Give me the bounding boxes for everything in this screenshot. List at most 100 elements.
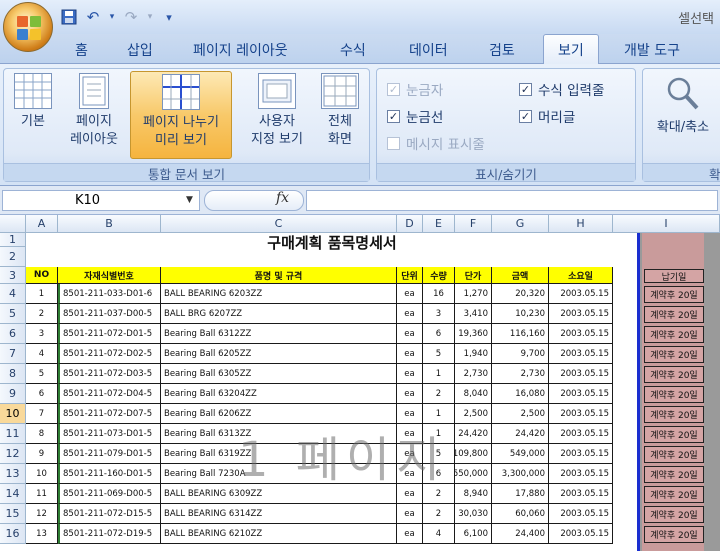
- page-break-line[interactable]: [637, 233, 640, 551]
- customize-qat-icon[interactable]: ▾: [160, 8, 178, 26]
- table-cell[interactable]: 9: [26, 444, 58, 464]
- table-cell[interactable]: 2003.05.15: [549, 344, 613, 364]
- column-header-b[interactable]: B: [58, 215, 161, 233]
- table-cell[interactable]: 24,420: [492, 424, 549, 444]
- page-break-preview-button[interactable]: 페이지 나누기 미리 보기: [130, 71, 232, 159]
- undo-icon[interactable]: ↶: [84, 8, 102, 26]
- table-cell[interactable]: 550,000: [455, 464, 492, 484]
- table-cell[interactable]: 6: [423, 464, 455, 484]
- table-cell[interactable]: ea: [397, 324, 423, 344]
- table-cell[interactable]: 8501-211-072-D02-5: [58, 344, 161, 364]
- due-date-cell[interactable]: 계약후 20일: [644, 326, 704, 343]
- table-cell[interactable]: 2003.05.15: [549, 324, 613, 344]
- table-header-cell[interactable]: 단가: [455, 267, 492, 284]
- due-date-cell[interactable]: 계약후 20일: [644, 286, 704, 303]
- table-cell[interactable]: 11: [26, 484, 58, 504]
- tab-insert[interactable]: 삽입: [127, 40, 153, 60]
- table-header-cell[interactable]: 금액: [492, 267, 549, 284]
- column-header-e[interactable]: E: [423, 215, 455, 233]
- row-header-5[interactable]: 5: [0, 304, 26, 324]
- row-header-15[interactable]: 15: [0, 504, 26, 524]
- table-cell[interactable]: 1: [26, 284, 58, 304]
- worksheet[interactable]: ABCDEFGHI 1 2 3 4 5 6 7 8 9 10 11 12 13 14 15 16 구매계획 품…: [0, 215, 720, 551]
- row-header-7[interactable]: 7: [0, 344, 26, 364]
- table-cell[interactable]: 2,500: [492, 404, 549, 424]
- table-cell[interactable]: Bearing Ball 6319ZZ: [161, 444, 397, 464]
- table-cell[interactable]: 1: [423, 364, 455, 384]
- select-all-corner[interactable]: [0, 215, 26, 233]
- table-cell[interactable]: 1: [423, 404, 455, 424]
- table-cell[interactable]: Bearing Ball 6305ZZ: [161, 364, 397, 384]
- table-cell[interactable]: 2003.05.15: [549, 304, 613, 324]
- insert-function-icon[interactable]: fx: [276, 190, 289, 206]
- table-cell[interactable]: 2003.05.15: [549, 444, 613, 464]
- row-header-8[interactable]: 8: [0, 364, 26, 384]
- due-date-cell[interactable]: 계약후 20일: [644, 426, 704, 443]
- row-header-2[interactable]: 2: [0, 247, 26, 267]
- table-cell[interactable]: 8501-211-073-D01-5: [58, 424, 161, 444]
- table-cell[interactable]: 2: [423, 384, 455, 404]
- table-cell[interactable]: 6: [423, 324, 455, 344]
- table-cell[interactable]: 2003.05.15: [549, 384, 613, 404]
- table-cell[interactable]: 8501-211-037-D00-5: [58, 304, 161, 324]
- tab-home[interactable]: 홈: [75, 40, 88, 60]
- table-cell[interactable]: ea: [397, 364, 423, 384]
- table-cell[interactable]: 60,060: [492, 504, 549, 524]
- due-date-cell[interactable]: 계약후 20일: [644, 346, 704, 363]
- table-cell[interactable]: 19,360: [455, 324, 492, 344]
- row-header-16[interactable]: 16: [0, 524, 26, 544]
- column-header-g[interactable]: G: [492, 215, 549, 233]
- table-cell[interactable]: 30,030: [455, 504, 492, 524]
- redo-icon[interactable]: ↷: [122, 8, 140, 26]
- table-cell[interactable]: BALL BEARING 6314ZZ: [161, 504, 397, 524]
- table-cell[interactable]: 5: [423, 444, 455, 464]
- ruler-checkbox[interactable]: ✓ 눈금자: [387, 79, 443, 99]
- due-date-cell[interactable]: 계약후 20일: [644, 406, 704, 423]
- tab-page-layout[interactable]: 페이지 레이아웃: [193, 40, 288, 60]
- table-header-cell[interactable]: 단위: [397, 267, 423, 284]
- zoom-button[interactable]: 확대/축소: [645, 73, 720, 137]
- table-cell[interactable]: ea: [397, 284, 423, 304]
- name-box-dropdown-icon[interactable]: ▼: [186, 195, 193, 205]
- table-cell[interactable]: BALL BRG 6207ZZ: [161, 304, 397, 324]
- table-cell[interactable]: 8501-211-079-D01-5: [58, 444, 161, 464]
- tab-developer[interactable]: 개발 도구: [624, 40, 680, 60]
- due-date-cell[interactable]: 계약후 20일: [644, 486, 704, 503]
- table-cell[interactable]: 24,420: [455, 424, 492, 444]
- table-cell[interactable]: 8501-211-072-D01-5: [58, 324, 161, 344]
- due-date-cell[interactable]: 계약후 20일: [644, 506, 704, 523]
- table-cell[interactable]: 4: [26, 344, 58, 364]
- table-cell[interactable]: BALL BEARING 6210ZZ: [161, 524, 397, 544]
- table-cell[interactable]: 8501-211-072-D19-5: [58, 524, 161, 544]
- due-date-cell[interactable]: 계약후 20일: [644, 446, 704, 463]
- table-cell[interactable]: 8501-211-160-D01-5: [58, 464, 161, 484]
- normal-view-button[interactable]: 기본: [10, 73, 56, 131]
- table-cell[interactable]: 2003.05.15: [549, 464, 613, 484]
- table-cell[interactable]: 16,080: [492, 384, 549, 404]
- column-header-h[interactable]: H: [549, 215, 613, 233]
- due-date-header-cell[interactable]: 납기일: [644, 269, 704, 283]
- table-cell[interactable]: 2,730: [492, 364, 549, 384]
- table-cell[interactable]: 2003.05.15: [549, 504, 613, 524]
- table-cell[interactable]: 3: [423, 304, 455, 324]
- column-header-i[interactable]: I: [613, 215, 720, 233]
- table-cell[interactable]: 9,700: [492, 344, 549, 364]
- row-header-11[interactable]: 11: [0, 424, 26, 444]
- table-cell[interactable]: 2003.05.15: [549, 404, 613, 424]
- table-cell[interactable]: 2003.05.15: [549, 524, 613, 544]
- table-cell[interactable]: 2: [423, 484, 455, 504]
- full-screen-button[interactable]: 전체 화면: [316, 73, 364, 149]
- table-cell[interactable]: 1,940: [455, 344, 492, 364]
- table-cell[interactable]: BALL BEARING 6309ZZ: [161, 484, 397, 504]
- table-header-cell[interactable]: 소요일: [549, 267, 613, 284]
- table-cell[interactable]: 5: [26, 364, 58, 384]
- table-cell[interactable]: ea: [397, 524, 423, 544]
- table-cell[interactable]: 8501-211-069-D00-5: [58, 484, 161, 504]
- message-bar-checkbox[interactable]: 메시지 표시줄: [387, 133, 485, 153]
- row-header-13[interactable]: 13: [0, 464, 26, 484]
- table-cell[interactable]: ea: [397, 344, 423, 364]
- table-cell[interactable]: 2003.05.15: [549, 364, 613, 384]
- table-cell[interactable]: 6,100: [455, 524, 492, 544]
- row-header-6[interactable]: 6: [0, 324, 26, 344]
- table-cell[interactable]: 1: [423, 424, 455, 444]
